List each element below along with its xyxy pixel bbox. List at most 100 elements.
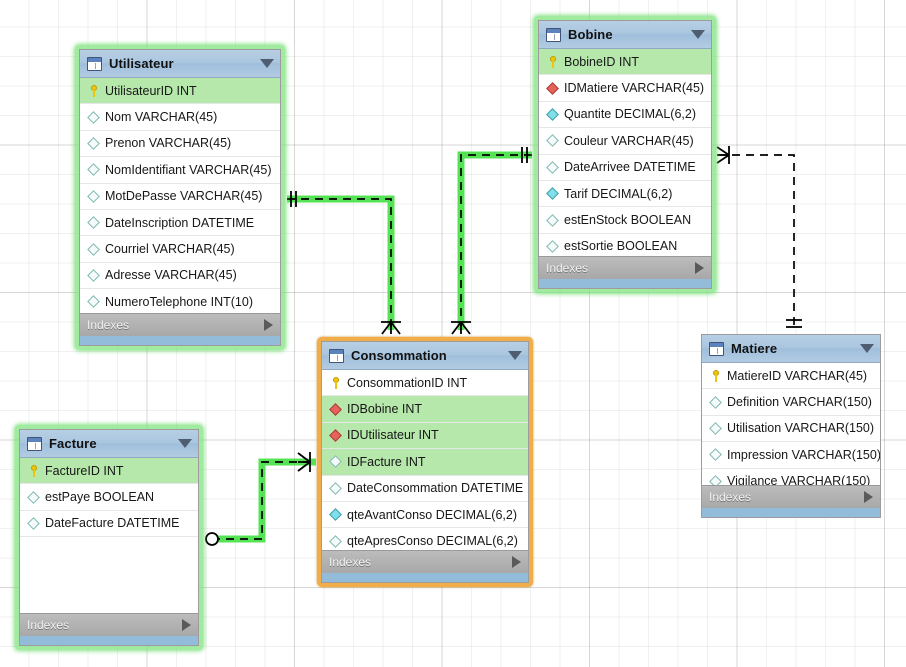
column-row[interactable]: DateInscription DATETIME <box>80 209 280 237</box>
diamond-icon <box>87 163 100 177</box>
column-row[interactable]: ConsommationID INT <box>322 370 528 397</box>
column-row[interactable]: Courriel VARCHAR(45) <box>80 236 280 263</box>
table-titlebar-consommation[interactable]: Consommation <box>322 342 528 370</box>
column-row[interactable]: Utilisation VARCHAR(150) <box>702 415 880 443</box>
table-titlebar-matiere[interactable]: Matiere <box>702 335 880 363</box>
relationship-matiere-bobine[interactable] <box>716 146 802 328</box>
column-row[interactable]: estSortie BOOLEAN <box>539 233 711 256</box>
diamond-icon <box>546 160 559 174</box>
column-row[interactable]: Impression VARCHAR(150) <box>702 442 880 469</box>
table-facture[interactable]: Facture FactureID INT estPaye BOOLEAN DateF… <box>15 425 203 650</box>
chevron-down-icon[interactable] <box>508 351 522 360</box>
column-row[interactable]: FactureID INT <box>20 458 198 485</box>
column-row[interactable]: IDFacture INT <box>322 449 528 476</box>
indexes-bar-matiere[interactable]: Indexes <box>702 485 880 508</box>
triangle-right-icon[interactable] <box>864 491 873 503</box>
table-bobine[interactable]: Bobine BobineID INT IDMatiere VARCHAR(45) Q… <box>534 16 716 293</box>
column-name: estEnStock BOOLEAN <box>564 213 692 228</box>
relationship-bobine-consommation[interactable] <box>451 147 532 335</box>
table-footer-strip <box>702 508 880 517</box>
triangle-right-icon[interactable] <box>512 556 521 568</box>
column-name: DateFacture DATETIME <box>45 516 180 531</box>
table-title-consommation: Consommation <box>351 348 447 363</box>
chevron-down-icon[interactable] <box>691 30 705 39</box>
column-row[interactable]: IDBobine INT <box>322 396 528 423</box>
table-body-consommation: Consommation ConsommationID INT IDBobine I… <box>321 341 529 583</box>
column-list-filler <box>20 575 198 614</box>
triangle-right-icon[interactable] <box>182 619 191 632</box>
diamond-icon <box>87 110 100 124</box>
column-row[interactable]: Quantite DECIMAL(6,2) <box>539 101 711 129</box>
diamond-icon <box>329 481 342 495</box>
column-row[interactable]: MotDePasse VARCHAR(45) <box>80 183 280 210</box>
column-row[interactable]: Adresse VARCHAR(45) <box>80 262 280 290</box>
table-matiere[interactable]: Matiere MatiereID VARCHAR(45) Definition V… <box>697 330 885 522</box>
triangle-right-icon[interactable] <box>695 262 704 274</box>
table-titlebar-facture[interactable]: Facture <box>20 430 198 458</box>
diamond-icon <box>329 455 342 469</box>
column-row[interactable]: Nom VARCHAR(45) <box>80 104 280 131</box>
table-window-icon <box>546 27 561 42</box>
column-row[interactable]: qteAvantConso DECIMAL(6,2) <box>322 501 528 529</box>
diamond-icon <box>27 490 40 504</box>
column-row[interactable]: DateArrivee DATETIME <box>539 154 711 181</box>
triangle-right-icon[interactable] <box>264 319 273 331</box>
diamond-blue-icon <box>546 187 559 201</box>
column-row[interactable]: Vigilance VARCHAR(150) <box>702 468 880 485</box>
diamond-icon <box>709 474 722 485</box>
diamond-icon <box>709 422 722 435</box>
column-row[interactable]: Tarif DECIMAL(6,2) <box>539 180 711 208</box>
table-consommation[interactable]: Consommation ConsommationID INT IDBobine I… <box>317 337 533 587</box>
indexes-label: Indexes <box>329 555 372 569</box>
table-titlebar-bobine[interactable]: Bobine <box>539 21 711 49</box>
table-body-matiere: Matiere MatiereID VARCHAR(45) Definition V… <box>701 334 881 518</box>
chevron-down-icon[interactable] <box>178 439 192 448</box>
column-name: IDMatiere VARCHAR(45) <box>564 81 705 96</box>
column-name: Quantite DECIMAL(6,2) <box>564 107 696 122</box>
table-window-icon <box>709 341 724 356</box>
indexes-bar-bobine[interactable]: Indexes <box>539 256 711 279</box>
column-name: DateArrivee DATETIME <box>564 160 696 175</box>
column-name: Definition VARCHAR(150) <box>727 395 872 410</box>
column-row[interactable]: NumeroTelephone INT(10) <box>80 289 280 313</box>
chevron-down-icon[interactable] <box>260 59 274 68</box>
table-utilisateur[interactable]: Utilisateur UtilisateurID INT Nom VARCHAR(… <box>75 45 285 350</box>
column-row[interactable]: qteApresConso DECIMAL(6,2) <box>322 528 528 550</box>
table-titlebar-utilisateur[interactable]: Utilisateur <box>80 50 280 78</box>
column-row[interactable]: Definition VARCHAR(150) <box>702 389 880 416</box>
column-row[interactable]: MatiereID VARCHAR(45) <box>702 363 880 390</box>
chevron-down-icon[interactable] <box>860 344 874 353</box>
table-window-icon <box>87 56 102 71</box>
column-row[interactable]: IDMatiere VARCHAR(45) <box>539 75 711 102</box>
table-window-icon <box>27 436 42 451</box>
column-row[interactable]: Prenon VARCHAR(45) <box>80 130 280 158</box>
relationship-utilisateur-consommation[interactable] <box>287 191 401 335</box>
column-row[interactable]: Couleur VARCHAR(45) <box>539 128 711 155</box>
indexes-label: Indexes <box>27 618 70 633</box>
diamond-icon <box>87 295 100 309</box>
key-icon <box>709 369 722 382</box>
column-row[interactable]: IDUtilisateur INT <box>322 422 528 450</box>
column-row[interactable]: DateFacture DATETIME <box>20 510 198 538</box>
column-name: Vigilance VARCHAR(150) <box>727 474 871 485</box>
column-row[interactable]: estEnStock BOOLEAN <box>539 207 711 234</box>
column-name: ConsommationID INT <box>347 375 468 390</box>
diamond-blue-icon <box>546 108 559 121</box>
indexes-bar-utilisateur[interactable]: Indexes <box>80 313 280 336</box>
key-icon <box>329 376 342 389</box>
relationship-facture-consommation[interactable] <box>205 452 316 546</box>
diamond-red-icon <box>329 429 342 442</box>
column-row[interactable]: DateConsommation DATETIME <box>322 475 528 502</box>
column-name: NumeroTelephone INT(10) <box>105 294 253 309</box>
indexes-bar-facture[interactable]: Indexes <box>20 613 198 637</box>
indexes-bar-consommation[interactable]: Indexes <box>322 550 528 573</box>
column-row[interactable]: BobineID INT <box>539 49 711 76</box>
column-name: IDFacture INT <box>347 454 426 469</box>
column-row[interactable]: UtilisateurID INT <box>80 78 280 105</box>
column-name: Impression VARCHAR(150) <box>727 447 880 462</box>
column-row[interactable]: estPaye BOOLEAN <box>20 484 198 511</box>
diamond-icon <box>87 137 100 150</box>
diamond-red-icon <box>546 81 559 95</box>
column-row[interactable]: NomIdentifiant VARCHAR(45) <box>80 157 280 184</box>
table-title-bobine: Bobine <box>568 27 613 42</box>
